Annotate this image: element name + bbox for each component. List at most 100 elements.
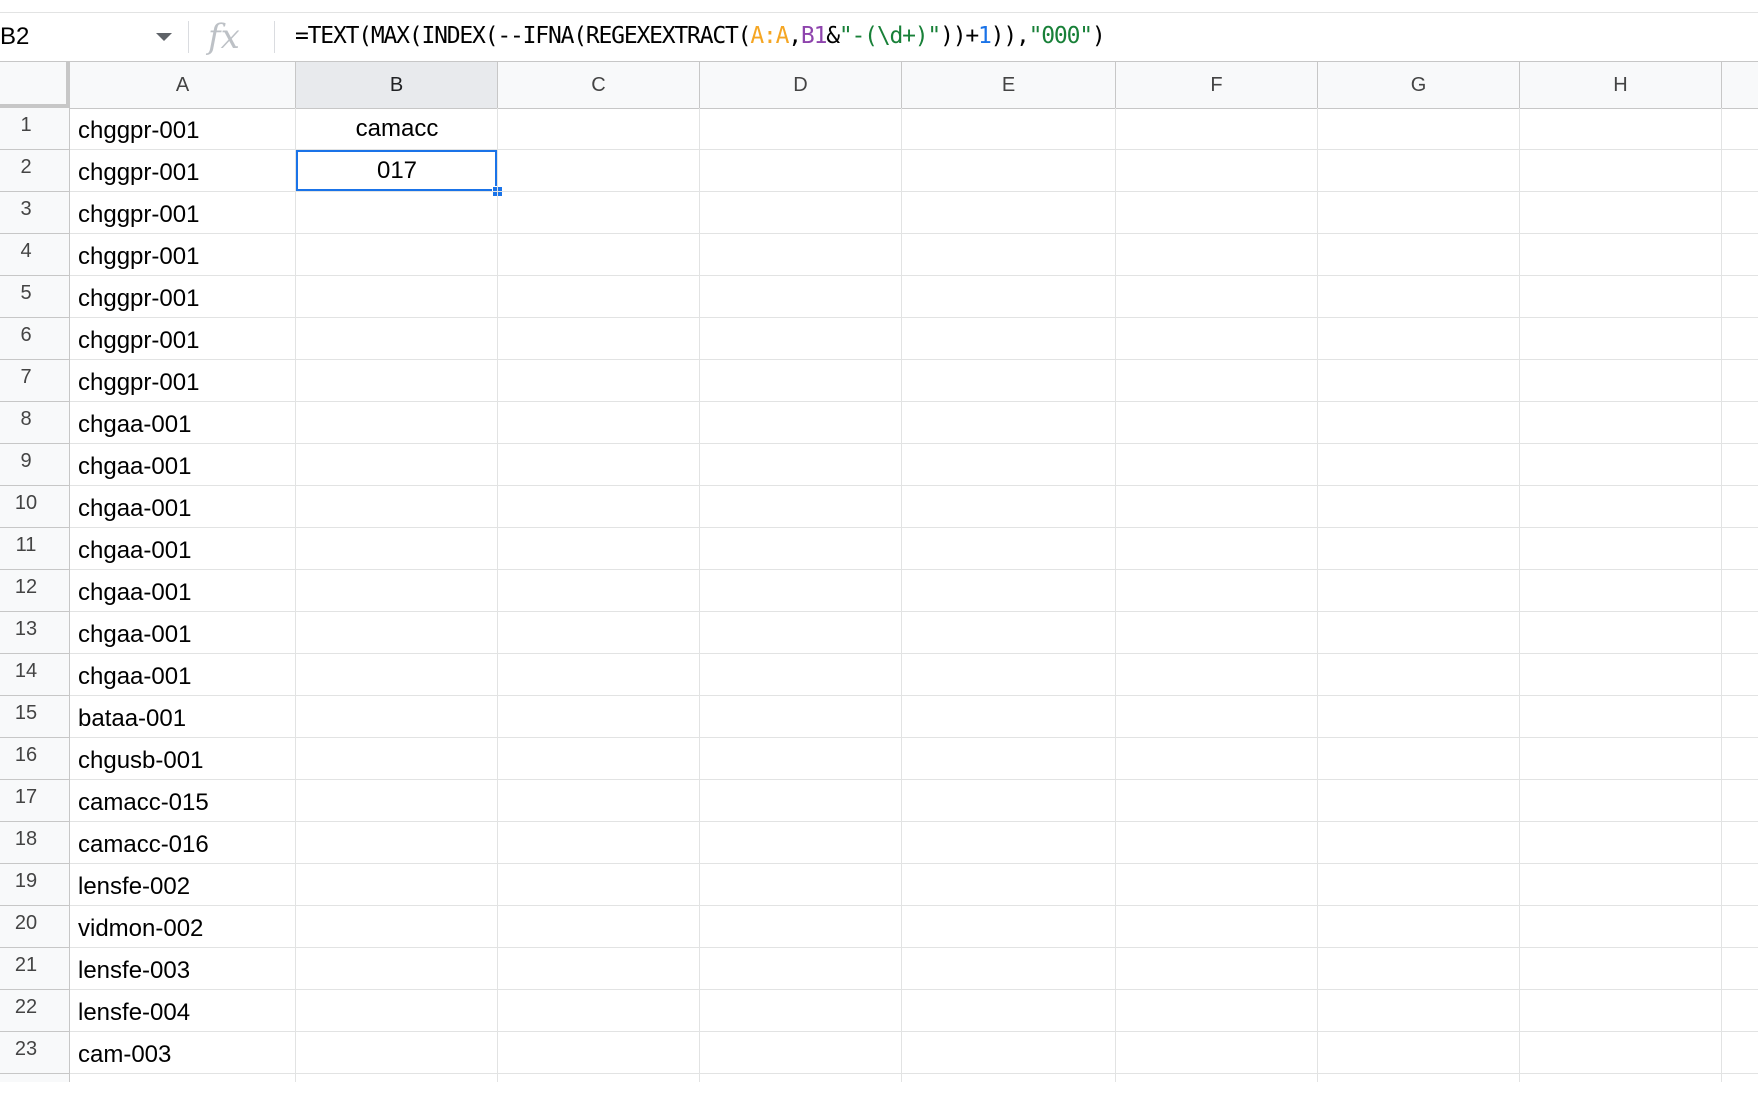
column-header-c[interactable]: C <box>498 62 700 108</box>
column-header-d[interactable]: D <box>700 62 902 108</box>
column-header-b[interactable]: B <box>296 62 498 108</box>
column-header-h[interactable]: H <box>1520 62 1722 108</box>
grid-row-line <box>70 401 1758 402</box>
row-header-7[interactable]: 7 <box>0 360 70 402</box>
cell-a8[interactable]: chgaa-001 <box>78 411 191 439</box>
grid-column-line <box>1721 108 1722 1100</box>
row-header-19[interactable]: 19 <box>0 864 70 906</box>
cell-a7[interactable]: chggpr-001 <box>78 369 199 397</box>
cell-a4[interactable]: chggpr-001 <box>78 243 199 271</box>
grid-column-line <box>497 108 498 1100</box>
grid-row-line <box>70 275 1758 276</box>
row-header-14[interactable]: 14 <box>0 654 70 696</box>
cell-a18[interactable]: camacc-016 <box>78 831 209 859</box>
column-header-row: ABCDEFGH <box>0 62 1758 109</box>
formula-token: "000" <box>1028 23 1093 49</box>
row-header-9[interactable]: 9 <box>0 444 70 486</box>
top-strip <box>0 0 1758 13</box>
grid-column-line <box>295 108 296 1100</box>
cell-a23[interactable]: cam-003 <box>78 1041 171 1069</box>
column-header-e[interactable]: E <box>902 62 1116 108</box>
cell-a20[interactable]: vidmon-002 <box>78 915 203 943</box>
cell-a1[interactable]: chggpr-001 <box>78 117 199 145</box>
row-header-10[interactable]: 10 <box>0 486 70 528</box>
formula-token: B1 <box>800 23 828 49</box>
cell-a14[interactable]: chgaa-001 <box>78 663 191 691</box>
grid-row-line <box>70 695 1758 696</box>
formula-token: "-(\d+)" <box>838 23 941 49</box>
grid-row-line <box>70 149 1758 150</box>
row-header-20[interactable]: 20 <box>0 906 70 948</box>
row-header-6[interactable]: 6 <box>0 318 70 360</box>
grid-row-line <box>70 779 1758 780</box>
formula-token: ) <box>1091 23 1106 49</box>
row-header-15[interactable]: 15 <box>0 696 70 738</box>
formula-token: A:A <box>750 23 789 49</box>
cell-a3[interactable]: chggpr-001 <box>78 201 199 229</box>
cell-a12[interactable]: chgaa-001 <box>78 579 191 607</box>
cell-a9[interactable]: chgaa-001 <box>78 453 191 481</box>
row-header-4[interactable]: 4 <box>0 234 70 276</box>
formula-token: =TEXT(MAX(INDEX(--IFNA(REGEXEXTRACT( <box>295 23 752 49</box>
grid-row-line <box>70 1031 1758 1032</box>
formula-bar-divider <box>188 21 189 53</box>
grid-row-line <box>70 611 1758 612</box>
grid-row-line <box>70 905 1758 906</box>
name-box-value[interactable]: B2 <box>0 23 29 51</box>
cell-a22[interactable]: lensfe-004 <box>78 999 190 1027</box>
cell-a17[interactable]: camacc-015 <box>78 789 209 817</box>
cell-a6[interactable]: chggpr-001 <box>78 327 199 355</box>
row-header-21[interactable]: 21 <box>0 948 70 990</box>
row-header-17[interactable]: 17 <box>0 780 70 822</box>
cell-grid[interactable]: camacc 017 chggpr-001 chggpr-001 chggpr-00… <box>70 108 1758 1100</box>
column-header-a[interactable]: A <box>70 62 296 108</box>
row-header-5[interactable]: 5 <box>0 276 70 318</box>
chevron-down-icon[interactable] <box>156 33 172 41</box>
select-all-corner[interactable] <box>0 62 70 108</box>
cell-a10[interactable]: chgaa-001 <box>78 495 191 523</box>
grid-column-line <box>1519 108 1520 1100</box>
grid-row-line <box>70 947 1758 948</box>
formula-input[interactable]: =TEXT(MAX(INDEX(--IFNA(REGEXEXTRACT(A:A,… <box>295 23 1106 49</box>
grid-column-line <box>699 108 700 1100</box>
row-header-13[interactable]: 13 <box>0 612 70 654</box>
name-box[interactable]: B2 <box>0 13 180 61</box>
row-header-3[interactable]: 3 <box>0 192 70 234</box>
cell-a5[interactable]: chggpr-001 <box>78 285 199 313</box>
grid-row-line <box>70 233 1758 234</box>
fx-icon: fx <box>208 17 240 57</box>
grid-row-line <box>70 527 1758 528</box>
active-cell-selection <box>295 149 498 192</box>
cell-a15[interactable]: bataa-001 <box>78 705 186 733</box>
spreadsheet-app: B2 fx =TEXT(MAX(INDEX(--IFNA(REGEXEXTRAC… <box>0 0 1758 1100</box>
cell-a16[interactable]: chgusb-001 <box>78 747 203 775</box>
cell-a11[interactable]: chgaa-001 <box>78 537 191 565</box>
grid-row-line <box>70 485 1758 486</box>
grid-column-line <box>901 108 902 1100</box>
cell-b1[interactable]: camacc <box>296 115 498 143</box>
formula-bar: B2 fx =TEXT(MAX(INDEX(--IFNA(REGEXEXTRAC… <box>0 13 1758 62</box>
row-header-16[interactable]: 16 <box>0 738 70 780</box>
grid-row-line <box>70 821 1758 822</box>
cell-a2[interactable]: chggpr-001 <box>78 159 199 187</box>
formula-bar-divider <box>274 21 275 53</box>
cell-a13[interactable]: chgaa-001 <box>78 621 191 649</box>
grid-row-line <box>70 569 1758 570</box>
row-header-18[interactable]: 18 <box>0 822 70 864</box>
row-header-8[interactable]: 8 <box>0 402 70 444</box>
row-header-1[interactable]: 1 <box>0 108 70 150</box>
cell-a21[interactable]: lensfe-003 <box>78 957 190 985</box>
grid-row-line <box>70 653 1758 654</box>
row-header-22[interactable]: 22 <box>0 990 70 1032</box>
row-header-11[interactable]: 11 <box>0 528 70 570</box>
row-header-2[interactable]: 2 <box>0 150 70 192</box>
row-header-23[interactable]: 23 <box>0 1032 70 1074</box>
cell-a19[interactable]: lensfe-002 <box>78 873 190 901</box>
formula-token: , <box>788 23 802 49</box>
row-header-12[interactable]: 12 <box>0 570 70 612</box>
grid-row-line <box>70 317 1758 318</box>
column-header-f[interactable]: F <box>1116 62 1318 108</box>
grid-row-line <box>70 443 1758 444</box>
grid-row-line <box>70 989 1758 990</box>
column-header-g[interactable]: G <box>1318 62 1520 108</box>
